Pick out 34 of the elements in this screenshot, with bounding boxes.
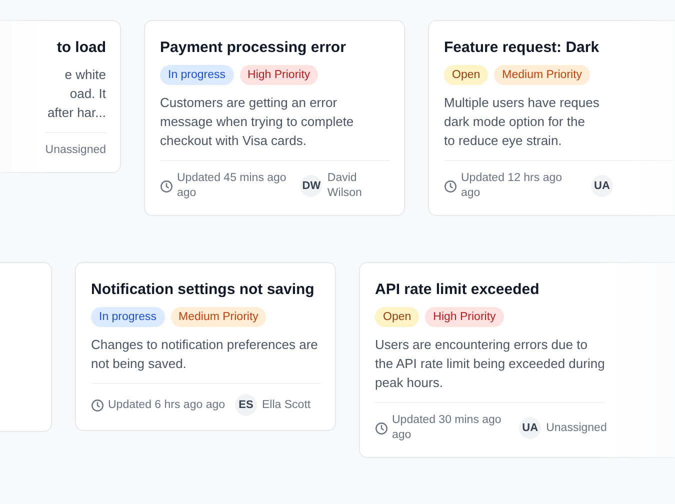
- ticket-title: to load: [56, 38, 106, 58]
- updated-time: Updated 12 hrs ago ago: [461, 171, 564, 201]
- updated-time: Updated 6 hrs ago ago: [108, 398, 226, 412]
- status-tag: High Priority: [425, 307, 504, 327]
- clock-icon: [375, 422, 388, 434]
- clock-icon: [160, 180, 173, 192]
- assignee-name: Unassigned: [45, 143, 106, 158]
- assignee-avatar: UA: [591, 175, 613, 197]
- ticket-description: Users are encountering errors due to the API rate limit being exceeded during peak hours.: [375, 336, 605, 392]
- assignee-name: Ella Scott: [262, 398, 311, 412]
- status-tag: Open: [444, 65, 488, 85]
- assignee-avatar: ES: [235, 394, 258, 416]
- clock-icon: [91, 398, 104, 412]
- assignee-name: David Wilson: [327, 171, 363, 201]
- status-tag: In progress: [91, 307, 165, 327]
- status-tag: Medium Priority: [494, 65, 590, 85]
- ticket-description: Changes to notification preferences are not being saved.: [91, 336, 319, 373]
- ticket-description: e white oad. It after har...: [47, 66, 106, 122]
- ticket-title: Notification settings not saving: [91, 280, 316, 300]
- ticket-description: Multiple users have reques dark mode option for the to reduce eye strain.: [444, 94, 600, 150]
- ticket-title: Feature request: Dark: [444, 38, 600, 58]
- clock-icon: [444, 180, 457, 192]
- status-tag: Medium Priority: [170, 307, 266, 327]
- status-tag: Open: [375, 307, 420, 327]
- assignee-name: Unassigned: [546, 420, 607, 436]
- ticket-description: Customers are getting an error message when trying to complete checkout with Visa cards.: [160, 94, 355, 150]
- assignee-avatar: UA: [519, 417, 542, 439]
- assignee-avatar: DW: [300, 175, 322, 197]
- status-tag: High Priority: [240, 65, 318, 85]
- ticket-title: Payment processing error: [160, 38, 347, 58]
- status-tag: In progress: [160, 65, 234, 85]
- updated-time: Updated 45 mins ago ago: [177, 171, 288, 201]
- ticket-title: API rate limit exceeded: [375, 280, 540, 300]
- updated-time: Updated 30 mins ago ago: [392, 413, 502, 443]
